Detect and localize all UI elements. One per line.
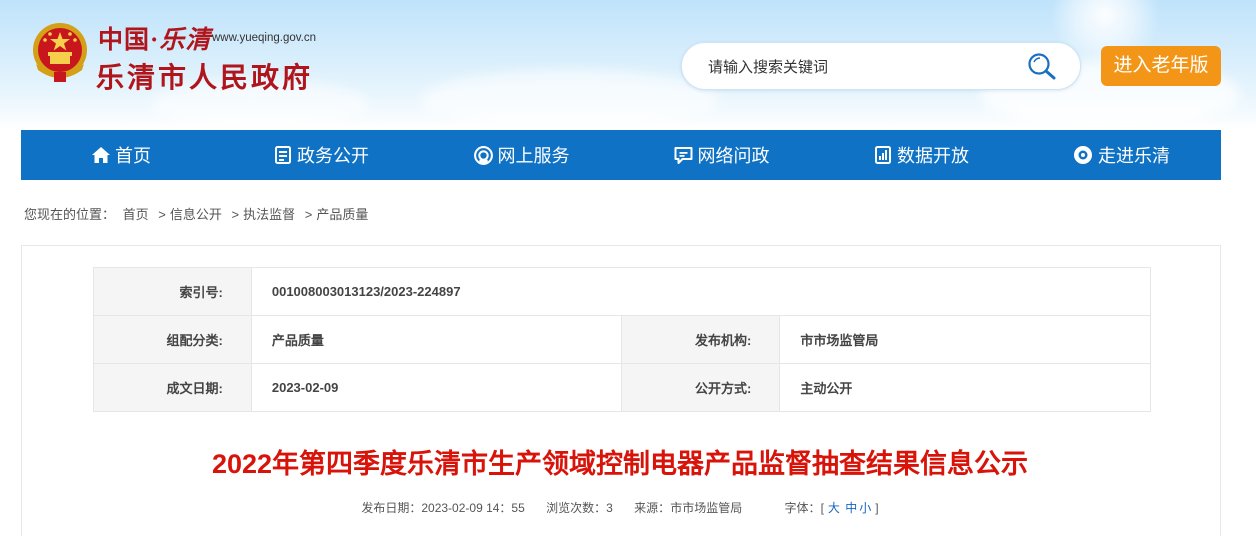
date-label: 成文日期: — [93, 363, 252, 412]
breadcrumb-link-info[interactable]: 信息公开 — [170, 207, 222, 222]
font-size-label: 字体： — [784, 501, 821, 515]
category-value: 产品质量 — [250, 315, 622, 364]
document-icon — [275, 146, 291, 164]
nav-item-gov-affairs[interactable]: 政务公开 — [221, 130, 421, 180]
service-icon — [473, 145, 493, 165]
nav-label: 网络问政 — [697, 146, 770, 166]
font-size-switcher: 字体：[ 大 中小] — [785, 501, 879, 515]
article-info-bar: 发布日期：2023-02-09 14：55 浏览次数：3 来源：市市场监管局 字… — [0, 499, 1240, 516]
bracket: ] — [875, 501, 879, 515]
source: 来源：市市场监管局 — [634, 501, 742, 515]
nav-item-open-data[interactable]: 数据开放 — [821, 130, 1021, 180]
breadcrumb-separator: > — [304, 207, 313, 222]
bracket: [ — [820, 501, 824, 515]
table-row: 组配分类: 产品质量 发布机构: 市市场监管局 — [93, 315, 1151, 364]
table-row: 成文日期: 2023-02-09 公开方式: 主动公开 — [93, 363, 1151, 412]
breadcrumb-link-quality[interactable]: 产品质量 — [316, 207, 368, 222]
nav-label: 数据开放 — [897, 146, 969, 166]
logo-url: www.yueqing.gov.cn — [212, 32, 316, 44]
breadcrumb-separator: > — [158, 207, 166, 222]
logo-prefix: 中国· — [98, 27, 160, 54]
main-nav: 首页 政务公开 网上服务 网络问政 数据开放 走进乐清 — [21, 130, 1221, 180]
logo-text: 中国·乐清 — [98, 20, 211, 56]
nav-item-home[interactable]: 首页 — [21, 130, 221, 180]
search-box — [681, 42, 1081, 90]
category-label: 组配分类: — [93, 315, 252, 364]
publish-date-label: 发布日期： — [361, 501, 422, 515]
font-small-button[interactable]: 小 — [859, 501, 871, 515]
metadata-table: 索引号: 001008003013123/2023-224897 组配分类: 产… — [93, 267, 1152, 412]
breadcrumb-prefix: 您现在的位置： — [24, 207, 116, 222]
nav-label: 走进乐清 — [1098, 146, 1170, 166]
source-label: 来源： — [634, 501, 671, 515]
view-count-label: 浏览次数： — [546, 501, 607, 515]
breadcrumb-separator: > — [231, 207, 240, 222]
publisher-label: 发布机构: — [620, 315, 781, 364]
chat-icon — [674, 147, 692, 164]
publish-date-value: 2023-02-09 14：55 — [421, 501, 525, 515]
search-icon[interactable] — [1026, 51, 1058, 81]
publisher-value: 市市场监管局 — [779, 315, 1151, 364]
elder-version-button[interactable]: 进入老年版 — [1101, 46, 1221, 86]
date-value: 2023-02-09 — [250, 363, 622, 412]
cloud-decoration — [420, 70, 720, 130]
nav-label: 网上服务 — [497, 146, 570, 166]
view-count: 浏览次数：3 — [546, 501, 613, 515]
index-label: 索引号: — [93, 267, 252, 316]
article-title: 2022年第四季度乐清市生产领域控制电器产品监督抽查结果信息公示 — [211, 449, 1029, 479]
font-medium-button[interactable]: 中 — [845, 501, 857, 515]
view-count-value: 3 — [606, 501, 613, 515]
nav-label: 政务公开 — [297, 146, 369, 166]
header-banner: 中国·乐清 www.yueqing.gov.cn 乐清市人民政府 进入老年版 — [0, 0, 1256, 130]
table-row: 索引号: 001008003013123/2023-224897 — [93, 267, 1152, 316]
disclosure-mode-label: 公开方式: — [620, 363, 781, 412]
index-value: 001008003013123/2023-224897 — [250, 267, 1152, 316]
nav-item-about-yueqing[interactable]: 走进乐清 — [1021, 130, 1221, 180]
nav-item-online-service[interactable]: 网上服务 — [421, 130, 621, 180]
data-icon — [875, 146, 891, 164]
source-value: 市市场监管局 — [670, 501, 743, 515]
content-panel: 索引号: 001008003013123/2023-224897 组配分类: 产… — [21, 245, 1221, 536]
logo-city: 乐清 — [159, 27, 212, 54]
breadcrumb: 您现在的位置： 首页 > 信息公开 > 执法监督 > 产品质量 — [24, 204, 372, 223]
disclosure-mode-value: 主动公开 — [779, 363, 1151, 412]
publish-date: 发布日期：2023-02-09 14：55 — [361, 501, 524, 515]
nav-label: 首页 — [115, 146, 151, 166]
eye-icon — [1074, 146, 1092, 164]
nav-item-online-inquiry[interactable]: 网络问政 — [621, 130, 821, 180]
search-input[interactable] — [706, 54, 1010, 80]
breadcrumb-link-home[interactable]: 首页 — [123, 207, 149, 222]
national-emblem-icon — [33, 23, 87, 82]
site-title: 乐清市人民政府 — [96, 63, 314, 94]
font-large-button[interactable]: 大 — [828, 501, 840, 515]
home-icon — [92, 147, 110, 163]
breadcrumb-link-enforcement[interactable]: 执法监督 — [243, 207, 295, 222]
